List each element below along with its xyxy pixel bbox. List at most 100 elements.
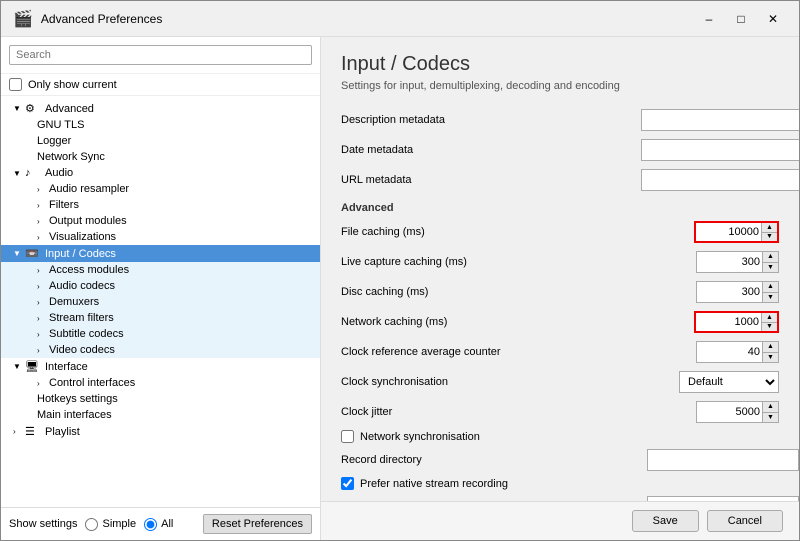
disc-caching-input[interactable] [697, 282, 762, 302]
clock-jitter-row: Clock jitter ▲ ▼ [341, 400, 779, 424]
maximize-button[interactable]: □ [727, 9, 755, 29]
decrement-arrow[interactable]: ▼ [761, 233, 777, 242]
clock-ref-spinner[interactable]: ▲ ▼ [696, 341, 779, 363]
native-stream-checkbox[interactable] [341, 477, 354, 490]
sidebar-item-output-modules[interactable]: › Output modules [1, 213, 320, 229]
cancel-button[interactable]: Cancel [707, 510, 783, 532]
codec-icon: 📼 [25, 247, 41, 260]
sidebar-item-main-interfaces[interactable]: Main interfaces [1, 407, 320, 423]
sidebar-item-network-sync[interactable]: Network Sync [1, 149, 320, 165]
sidebar-item-control-interfaces[interactable]: › Control interfaces [1, 375, 320, 391]
increment-arrow[interactable]: ▲ [762, 342, 778, 353]
reset-preferences-button[interactable]: Reset Preferences [203, 514, 312, 534]
decrement-arrow[interactable]: ▼ [761, 323, 777, 332]
sidebar-item-audio-codecs[interactable]: › Audio codecs [1, 278, 320, 294]
disc-caching-value: ▲ ▼ [641, 281, 779, 303]
file-caching-spinner[interactable]: ▲ ▼ [694, 221, 779, 243]
disc-caching-row: Disc caching (ms) ▲ ▼ [341, 280, 779, 304]
description-metadata-value [641, 109, 799, 131]
url-metadata-input[interactable] [641, 169, 799, 191]
live-caching-row: Live capture caching (ms) ▲ ▼ [341, 250, 779, 274]
sidebar-item-logger[interactable]: Logger [1, 133, 320, 149]
chevron-right-icon: › [37, 266, 49, 275]
sidebar-item-label: Stream filters [49, 312, 114, 324]
file-caching-row: File caching (ms) ▲ ▼ [341, 220, 779, 244]
minimize-button[interactable]: – [695, 9, 723, 29]
clock-jitter-input[interactable] [697, 402, 762, 422]
sidebar: Only show current ▼ ⚙ Advanced GNU TLS L… [1, 37, 321, 540]
sidebar-item-label: Audio codecs [49, 280, 115, 292]
search-box [1, 37, 320, 74]
network-caching-value: ▲ ▼ [641, 311, 779, 333]
save-button[interactable]: Save [632, 510, 699, 532]
decrement-arrow[interactable]: ▼ [762, 263, 778, 273]
clock-jitter-spinner[interactable]: ▲ ▼ [696, 401, 779, 423]
all-radio-label[interactable]: All [144, 518, 173, 531]
sidebar-item-advanced[interactable]: ▼ ⚙ Advanced [1, 100, 320, 117]
all-radio[interactable] [144, 518, 157, 531]
increment-arrow[interactable]: ▲ [761, 223, 777, 233]
clock-jitter-label: Clock jitter [341, 406, 641, 418]
sidebar-item-label: Filters [49, 199, 79, 211]
description-metadata-input[interactable] [641, 109, 799, 131]
sidebar-item-demuxers[interactable]: › Demuxers [1, 294, 320, 310]
panel-content: Description metadata Date metadata URL m… [321, 100, 799, 501]
file-caching-input[interactable] [696, 223, 761, 241]
sidebar-item-stream-filters[interactable]: › Stream filters [1, 310, 320, 326]
clock-sync-label: Clock synchronisation [341, 376, 641, 388]
network-sync-checkbox[interactable] [341, 430, 354, 443]
sidebar-item-visualizations[interactable]: › Visualizations [1, 229, 320, 245]
clock-ref-input[interactable] [697, 342, 762, 362]
sidebar-item-hotkeys[interactable]: Hotkeys settings [1, 391, 320, 407]
date-metadata-input[interactable] [641, 139, 799, 161]
increment-arrow[interactable]: ▲ [762, 282, 778, 293]
sidebar-item-gnu-tls[interactable]: GNU TLS [1, 117, 320, 133]
live-caching-input[interactable] [697, 252, 762, 272]
disc-caching-label: Disc caching (ms) [341, 286, 641, 298]
panel-footer: Save Cancel [321, 501, 799, 540]
chevron-right-icon: › [37, 298, 49, 307]
decrement-arrow[interactable]: ▼ [762, 353, 778, 363]
disc-caching-spinner[interactable]: ▲ ▼ [696, 281, 779, 303]
increment-arrow[interactable]: ▲ [762, 252, 778, 263]
sidebar-item-label: Network Sync [37, 151, 105, 163]
network-caching-input[interactable] [696, 313, 761, 331]
spinner-arrows: ▲ ▼ [762, 252, 778, 272]
network-caching-spinner[interactable]: ▲ ▼ [694, 311, 779, 333]
search-input[interactable] [9, 45, 312, 65]
url-metadata-row: URL metadata [341, 168, 779, 192]
chevron-down-icon: ▼ [13, 169, 25, 178]
close-button[interactable]: ✕ [759, 9, 787, 29]
sidebar-item-label: Visualizations [49, 231, 116, 243]
simple-radio-label[interactable]: Simple [85, 518, 136, 531]
sidebar-item-access-modules[interactable]: › Access modules [1, 262, 320, 278]
increment-arrow[interactable]: ▲ [761, 313, 777, 323]
sidebar-item-filters[interactable]: › Filters [1, 197, 320, 213]
increment-arrow[interactable]: ▲ [762, 402, 778, 413]
sidebar-item-input-codecs[interactable]: ▼ 📼 Input / Codecs [1, 245, 320, 262]
decrement-arrow[interactable]: ▼ [762, 413, 778, 423]
simple-radio[interactable] [85, 518, 98, 531]
app-window: 🎬 Advanced Preferences – □ ✕ Only show c… [0, 0, 800, 541]
description-metadata-label: Description metadata [341, 114, 641, 126]
live-caching-spinner[interactable]: ▲ ▼ [696, 251, 779, 273]
panel-title: Input / Codecs [341, 53, 779, 76]
sidebar-item-audio[interactable]: ▼ ♪ Audio [1, 165, 320, 181]
sidebar-item-interface[interactable]: ▼ 🖥 Interface [1, 358, 320, 375]
decrement-arrow[interactable]: ▼ [762, 293, 778, 303]
network-caching-label: Network caching (ms) [341, 316, 641, 328]
sidebar-item-label: Subtitle codecs [49, 328, 124, 340]
sidebar-item-video-codecs[interactable]: › Video codecs [1, 342, 320, 358]
sidebar-item-playlist[interactable]: › ☰ Playlist [1, 423, 320, 440]
clock-sync-select[interactable]: Default PTS NTP [679, 371, 779, 393]
record-dir-row: Record directory Browse... [341, 449, 779, 471]
url-metadata-value [641, 169, 799, 191]
sidebar-item-audio-resampler[interactable]: › Audio resampler [1, 181, 320, 197]
only-current-checkbox[interactable] [9, 78, 22, 91]
sidebar-item-label: Access modules [49, 264, 129, 276]
clock-sync-row: Clock synchronisation Default PTS NTP [341, 370, 779, 394]
date-metadata-value [641, 139, 799, 161]
sidebar-item-subtitle-codecs[interactable]: › Subtitle codecs [1, 326, 320, 342]
sidebar-item-label: Audio [45, 167, 73, 179]
record-dir-input[interactable] [647, 449, 799, 471]
